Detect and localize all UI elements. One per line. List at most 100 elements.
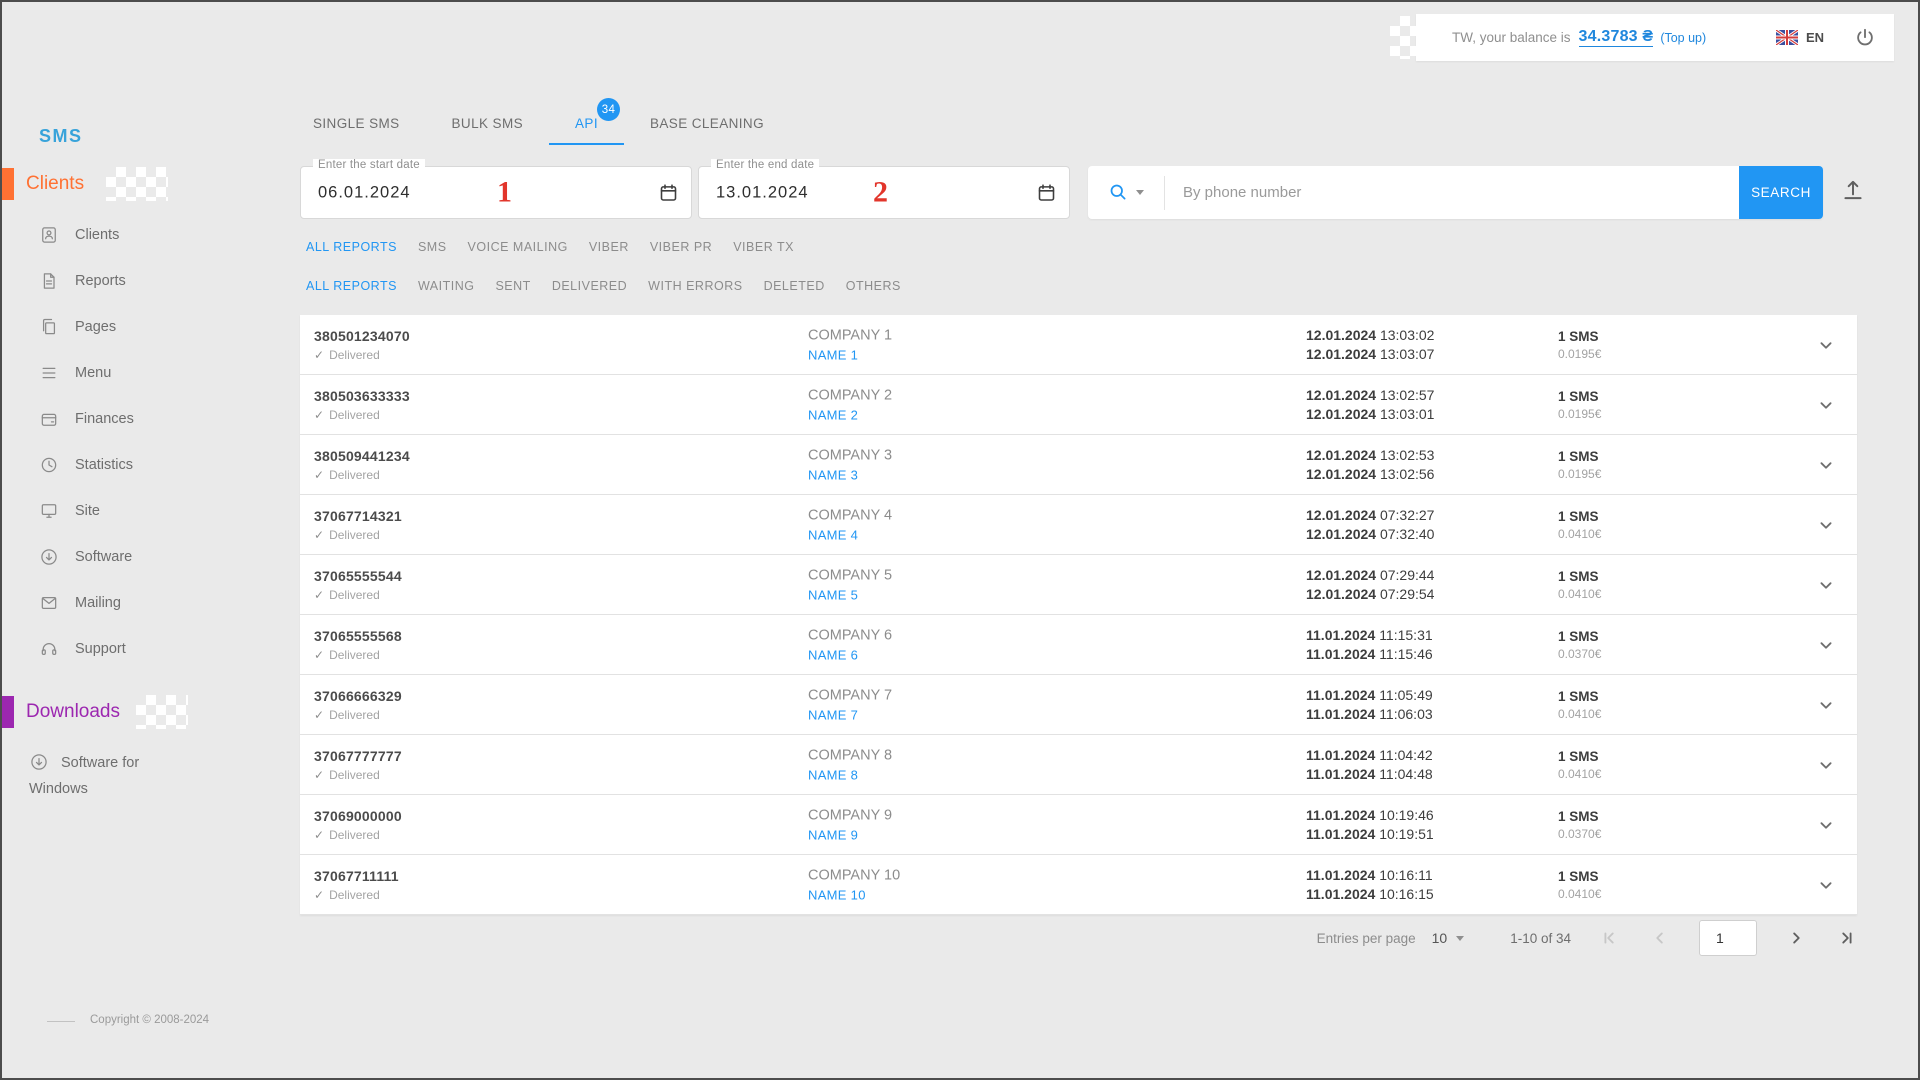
start-date-label: Enter the start date	[313, 159, 425, 171]
row-expand-button[interactable]	[1815, 454, 1837, 476]
count-cell: 1 SMS 0.0410€	[1558, 689, 1601, 721]
phone-cell: 37067714321 ✓ Delivered	[314, 508, 402, 542]
tab-bulk-sms[interactable]: BULK SMS	[426, 102, 549, 145]
chevron-down-icon	[1820, 401, 1832, 409]
start-date-picker-button[interactable]	[658, 182, 679, 203]
report-row[interactable]: 380509441234 ✓ Delivered COMPANY 3 NAME 3…	[300, 435, 1857, 495]
row-expand-button[interactable]	[1815, 574, 1837, 596]
first-page-icon	[1604, 932, 1614, 944]
status-label: Delivered	[329, 527, 380, 542]
next-page-button[interactable]	[1785, 927, 1807, 949]
sidebar-item-reports[interactable]: Reports	[2, 258, 282, 304]
row-expand-button[interactable]	[1815, 394, 1837, 416]
sender-name-link[interactable]: NAME 5	[808, 587, 892, 602]
filter-all-reports[interactable]: ALL REPORTS	[306, 279, 397, 293]
row-expand-button[interactable]	[1815, 754, 1837, 776]
balance-amount[interactable]: 34.3783 ₴	[1578, 28, 1654, 47]
sidebar-item-mailing[interactable]: Mailing	[2, 580, 282, 626]
search-type-dropdown[interactable]	[1088, 166, 1164, 219]
filter-deleted[interactable]: DELETED	[764, 279, 825, 293]
previous-page-button[interactable]	[1649, 927, 1671, 949]
tab-api[interactable]: API 34	[549, 98, 624, 145]
report-row[interactable]: 37069000000 ✓ Delivered COMPANY 9 NAME 9 …	[300, 795, 1857, 855]
check-icon: ✓	[314, 827, 325, 842]
row-expand-button[interactable]	[1815, 814, 1837, 836]
sidebar-section-clients[interactable]: Clients	[2, 167, 169, 201]
filter-all-reports[interactable]: ALL REPORTS	[306, 240, 397, 254]
search-input[interactable]	[1165, 166, 1739, 219]
last-page-button[interactable]	[1835, 927, 1857, 949]
tab-single-sms[interactable]: SINGLE SMS	[287, 102, 426, 145]
chevron-down-icon	[1820, 521, 1832, 529]
sender-name-link[interactable]: NAME 2	[808, 407, 892, 422]
delivered-timestamp: 11.01.2024 11:06:03	[1306, 705, 1433, 722]
filter-sms[interactable]: SMS	[418, 240, 447, 254]
sms-count: 1 SMS	[1558, 748, 1599, 764]
sidebar-item-software[interactable]: Software	[2, 534, 282, 580]
end-date-field[interactable]: Enter the end date 13.01.2024 2	[698, 159, 1070, 219]
report-row[interactable]: 37067711111 ✓ Delivered COMPANY 10 NAME 1…	[300, 855, 1857, 915]
phone-cell: 37065555544 ✓ Delivered	[314, 568, 402, 602]
entries-per-page-label: Entries per page	[1316, 930, 1416, 946]
row-expand-button[interactable]	[1815, 334, 1837, 356]
first-page-button[interactable]	[1599, 927, 1621, 949]
sidebar-item-clients[interactable]: Clients	[2, 212, 282, 258]
status-label: Delivered	[329, 887, 380, 902]
sender-name-link[interactable]: NAME 4	[808, 527, 892, 542]
sender-name-link[interactable]: NAME 3	[808, 467, 892, 482]
sender-name-link[interactable]: NAME 8	[808, 767, 892, 782]
delivered-timestamp: 12.01.2024 13:03:01	[1306, 405, 1435, 422]
topup-link[interactable]: (Top up)	[1660, 31, 1706, 45]
filter-with-errors[interactable]: WITH ERRORS	[648, 279, 742, 293]
row-expand-button[interactable]	[1815, 694, 1837, 716]
language-switcher[interactable]: EN	[1775, 30, 1824, 45]
logout-button[interactable]	[1854, 27, 1876, 49]
filter-viber-pr[interactable]: VIBER PR	[650, 240, 712, 254]
brand-sms[interactable]: SMS	[39, 126, 83, 147]
sidebar-section-downloads[interactable]: Downloads	[2, 695, 188, 729]
filter-sent[interactable]: SENT	[495, 279, 530, 293]
report-row[interactable]: 37066666329 ✓ Delivered COMPANY 7 NAME 7 …	[300, 675, 1857, 735]
page-number-input[interactable]	[1699, 920, 1757, 956]
search-button[interactable]: SEARCH	[1739, 166, 1823, 219]
sender-name-link[interactable]: NAME 9	[808, 827, 892, 842]
tab-base-cleaning[interactable]: BASE CLEANING	[624, 102, 790, 145]
row-expand-button[interactable]	[1815, 514, 1837, 536]
end-date-value[interactable]: 13.01.2024	[716, 183, 809, 202]
report-row[interactable]: 37067777777 ✓ Delivered COMPANY 8 NAME 8 …	[300, 735, 1857, 795]
chevron-down-icon	[1820, 461, 1832, 469]
filter-waiting[interactable]: WAITING	[418, 279, 475, 293]
sidebar-item-statistics[interactable]: Statistics	[2, 442, 282, 488]
export-upload-button[interactable]	[1840, 177, 1872, 209]
company-cell: COMPANY 2 NAME 2	[808, 387, 892, 422]
start-date-value[interactable]: 06.01.2024	[318, 183, 411, 202]
filter-delivered[interactable]: DELIVERED	[552, 279, 627, 293]
sender-name-link[interactable]: NAME 6	[808, 647, 892, 662]
report-row[interactable]: 37065555544 ✓ Delivered COMPANY 5 NAME 5 …	[300, 555, 1857, 615]
filter-others[interactable]: OTHERS	[846, 279, 901, 293]
start-date-field[interactable]: Enter the start date 06.01.2024 1	[300, 159, 692, 219]
filter-viber-tx[interactable]: VIBER TX	[733, 240, 794, 254]
sidebar-item-pages[interactable]: Pages	[2, 304, 282, 350]
sidebar-item-menu[interactable]: Menu	[2, 350, 282, 396]
copyright-text: Copyright © 2008-2024	[90, 1014, 210, 1026]
per-page-select[interactable]: 10	[1432, 930, 1465, 946]
report-row[interactable]: 380503633333 ✓ Delivered COMPANY 2 NAME 2…	[300, 375, 1857, 435]
row-expand-button[interactable]	[1815, 634, 1837, 656]
sender-name-link[interactable]: NAME 1	[808, 347, 892, 362]
report-row[interactable]: 380501234070 ✓ Delivered COMPANY 1 NAME 1…	[300, 315, 1857, 375]
filter-viber[interactable]: VIBER	[589, 240, 629, 254]
pagination-range: 1-10 of 34	[1510, 930, 1571, 946]
sidebar-item-support[interactable]: Support	[2, 626, 282, 672]
chevron-down-icon	[1820, 641, 1832, 649]
filter-voice-mailing[interactable]: VOICE MAILING	[468, 240, 568, 254]
sidebar-item-site[interactable]: Site	[2, 488, 282, 534]
sidebar-item-software-for-windows[interactable]: Software for Windows	[29, 750, 179, 802]
report-row[interactable]: 37067714321 ✓ Delivered COMPANY 4 NAME 4 …	[300, 495, 1857, 555]
sender-name-link[interactable]: NAME 7	[808, 707, 892, 722]
sender-name-link[interactable]: NAME 10	[808, 887, 900, 902]
end-date-picker-button[interactable]	[1036, 182, 1057, 203]
report-row[interactable]: 37065555568 ✓ Delivered COMPANY 6 NAME 6 …	[300, 615, 1857, 675]
row-expand-button[interactable]	[1815, 874, 1837, 896]
sidebar-item-finances[interactable]: Finances	[2, 396, 282, 442]
